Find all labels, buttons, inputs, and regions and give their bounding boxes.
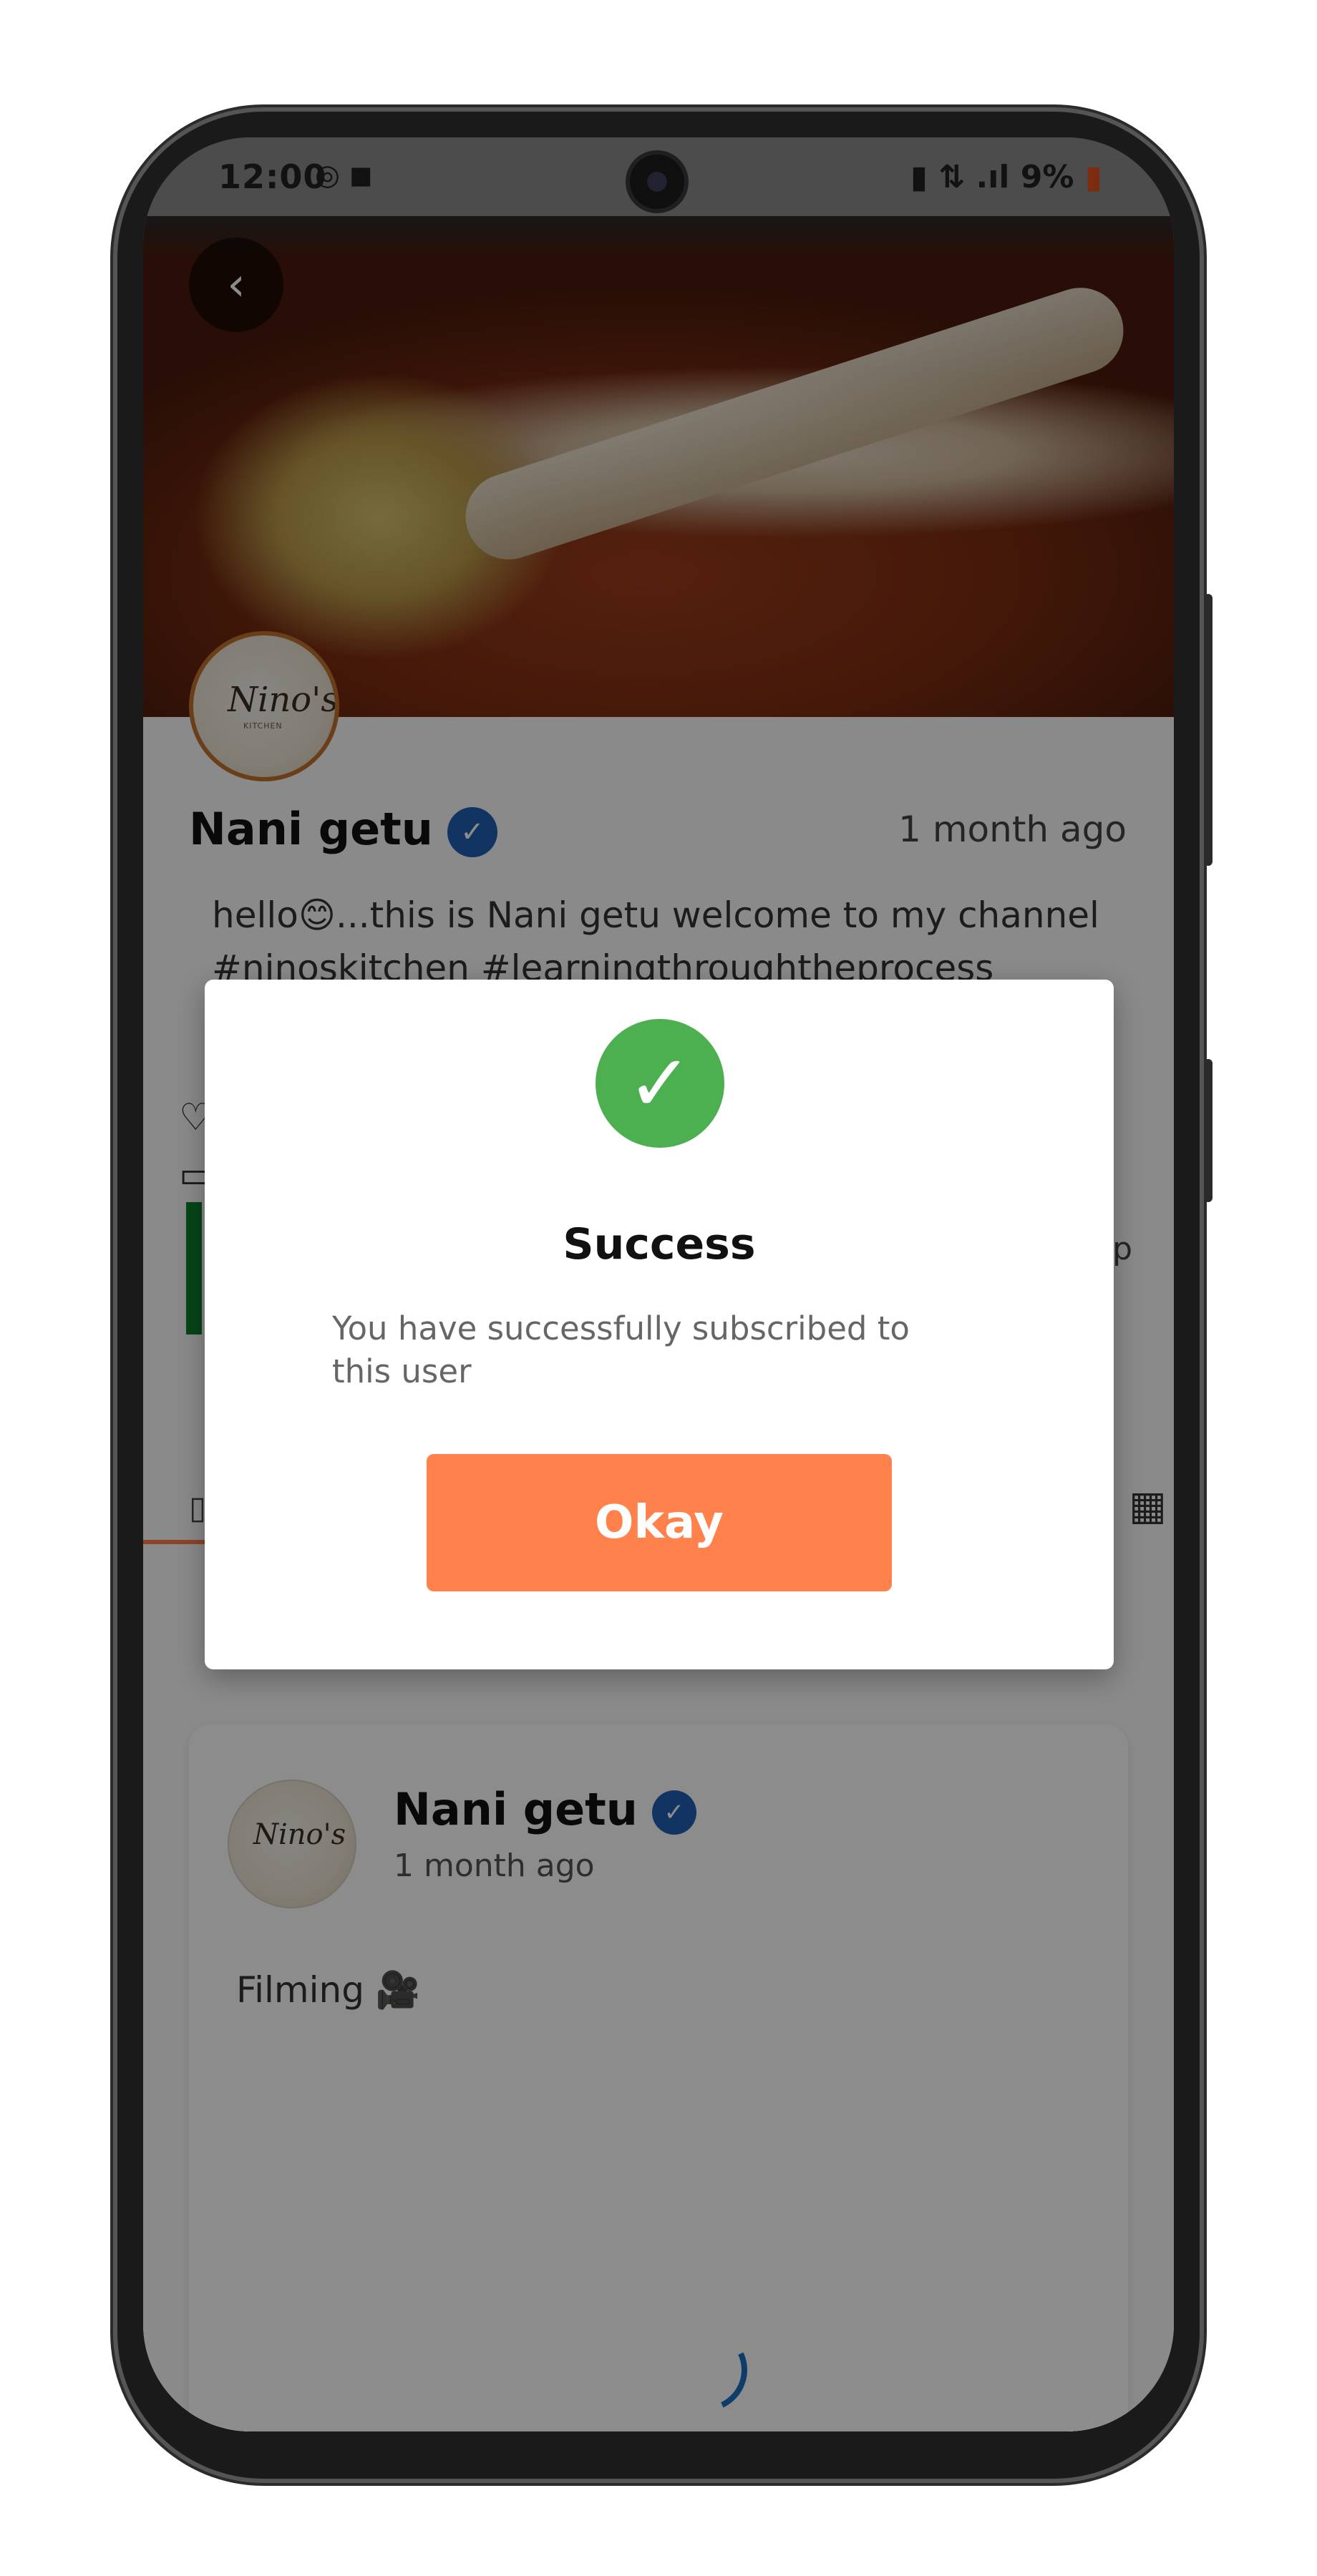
okay-button[interactable]: Okay — [427, 1454, 892, 1591]
dialog-title: Success — [563, 1219, 756, 1269]
success-check-icon: ✓ — [596, 1019, 724, 1148]
screen: 12:00 ◎ ◼ ▮ ⇅ .ıl 9% ▮ ‹ Nino's KITCHEN … — [143, 137, 1174, 2431]
okay-button-label: Okay — [595, 1496, 724, 1549]
volume-button — [1204, 594, 1212, 866]
dialog-message: You have successfully subscribed to this… — [332, 1309, 910, 1390]
power-button — [1204, 1059, 1212, 1202]
